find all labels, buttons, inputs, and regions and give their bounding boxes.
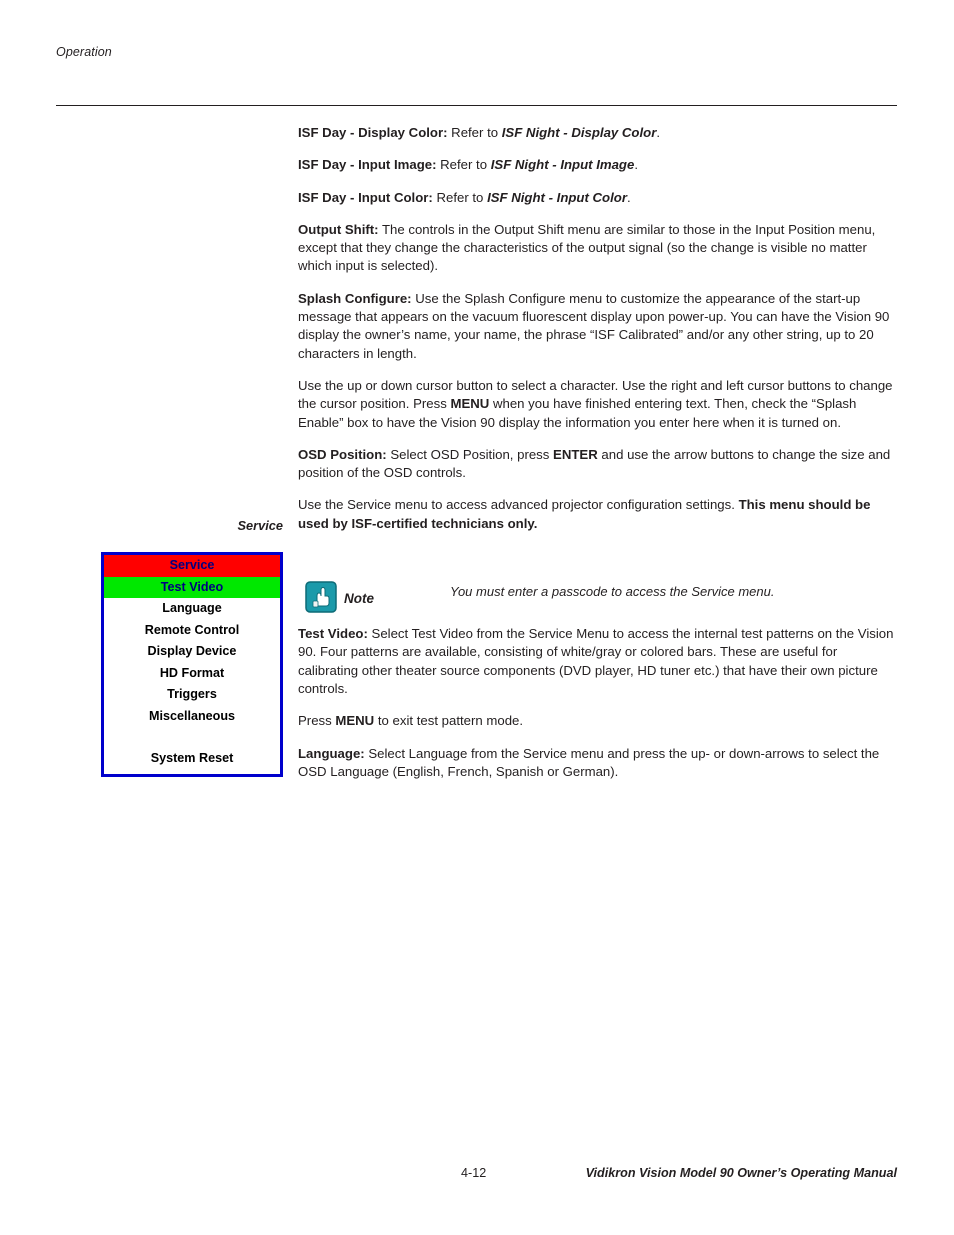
paragraph-isf-day-input-color: ISF Day - Input Color: Refer to ISF Nigh…: [298, 189, 898, 207]
header-divider: [56, 105, 897, 106]
press-menu-exit-text2: to exit test pattern mode.: [374, 713, 524, 729]
document-page: Operation ISF Day - Display Color: Refer…: [0, 0, 954, 1235]
isf-day-display-color-end: .: [656, 125, 661, 140]
osd-position-lead: OSD Position:: [298, 446, 387, 462]
output-shift-lead: Output Shift:: [298, 221, 379, 237]
osd-menu-item-hd-format: HD Format: [159, 665, 225, 680]
enter-key: ENTER: [553, 446, 598, 462]
test-video-lead: Test Video:: [298, 626, 368, 642]
press-menu-exit-text1: Press: [298, 713, 336, 729]
osd-menu-spacer: [104, 727, 280, 748]
paragraph-isf-day-display-color: ISF Day - Display Color: Refer to ISF Ni…: [298, 124, 898, 142]
paragraph-cursor-instructions: Use the up or down cursor button to sele…: [298, 377, 898, 432]
note-hand-icon: [304, 580, 338, 614]
language-text: Select Language from the Service menu an…: [298, 745, 880, 779]
paragraph-output-shift: Output Shift: The controls in the Output…: [298, 221, 898, 276]
main-text-column: ISF Day - Display Color: Refer to ISF Ni…: [298, 124, 898, 795]
note-callout: Note You must enter a passcode to access…: [300, 578, 900, 622]
footer-page-number: 4-12: [461, 1166, 487, 1180]
osd-menu-item-test-video: Test Video: [104, 576, 280, 598]
menu-key-2: MENU: [335, 713, 375, 729]
osd-service-menu-graphic: Service Test Video Language Remote Contr…: [101, 552, 283, 777]
page-header-section-label: Operation: [56, 45, 112, 59]
osd-menu-item-system-reset: System Reset: [150, 751, 234, 765]
paragraph-splash-configure: Splash Configure: Use the Splash Configu…: [298, 290, 898, 363]
isf-day-input-color-text: Refer to: [432, 189, 488, 205]
margin-heading-service: Service: [237, 518, 283, 533]
note-text: You must enter a passcode to access the …: [450, 584, 775, 599]
note-label: Note: [344, 591, 374, 606]
isf-day-display-color-lead: ISF Day - Display Color:: [298, 125, 448, 140]
output-shift-text: The controls in the Output Shift menu ar…: [298, 221, 876, 274]
isf-day-input-image-text: Refer to: [436, 157, 491, 173]
osd-position-text1: Select OSD Position, press: [386, 446, 554, 462]
isf-day-input-image-end: .: [634, 157, 638, 173]
paragraph-service-menu-intro: Use the Service menu to access advanced …: [298, 496, 898, 533]
paragraph-osd-position: OSD Position: Select OSD Position, press…: [298, 446, 898, 483]
menu-key-1: MENU: [450, 396, 490, 412]
paragraph-test-video: Test Video: Select Test Video from the S…: [298, 625, 898, 698]
isf-day-input-image-lead: ISF Day - Input Image:: [298, 157, 437, 173]
isf-day-input-image-ref: ISF Night - Input Image: [490, 157, 635, 173]
language-lead: Language:: [298, 745, 365, 761]
osd-menu-item-display-device: Display Device: [147, 644, 237, 658]
footer-manual-title: Vidikron Vision Model 90 Owner’s Operati…: [585, 1166, 897, 1180]
isf-day-display-color-text: Refer to: [447, 125, 502, 140]
isf-day-display-color-ref: ISF Night - Display Color: [501, 125, 657, 140]
isf-day-input-color-lead: ISF Day - Input Color:: [298, 189, 433, 205]
isf-day-input-color-end: .: [626, 189, 631, 205]
osd-menu-item-triggers: Triggers: [167, 687, 217, 701]
paragraph-press-menu-exit: Press MENU to exit test pattern mode.: [298, 712, 898, 730]
paragraph-language: Language: Select Language from the Servi…: [298, 745, 898, 782]
splash-configure-lead: Splash Configure:: [298, 290, 412, 306]
osd-menu-item-remote-control: Remote Control: [144, 622, 240, 637]
osd-menu-item-language: Language: [162, 601, 222, 615]
osd-menu-title: Service: [104, 555, 280, 577]
service-menu-intro-text: Use the Service menu to access advanced …: [298, 497, 739, 513]
test-video-text: Select Test Video from the Service Menu …: [298, 626, 894, 696]
isf-day-input-color-ref: ISF Night - Input Color: [487, 189, 627, 205]
osd-menu-item-miscellaneous: Miscellaneous: [148, 708, 236, 723]
paragraph-isf-day-input-image: ISF Day - Input Image: Refer to ISF Nigh…: [298, 156, 898, 174]
